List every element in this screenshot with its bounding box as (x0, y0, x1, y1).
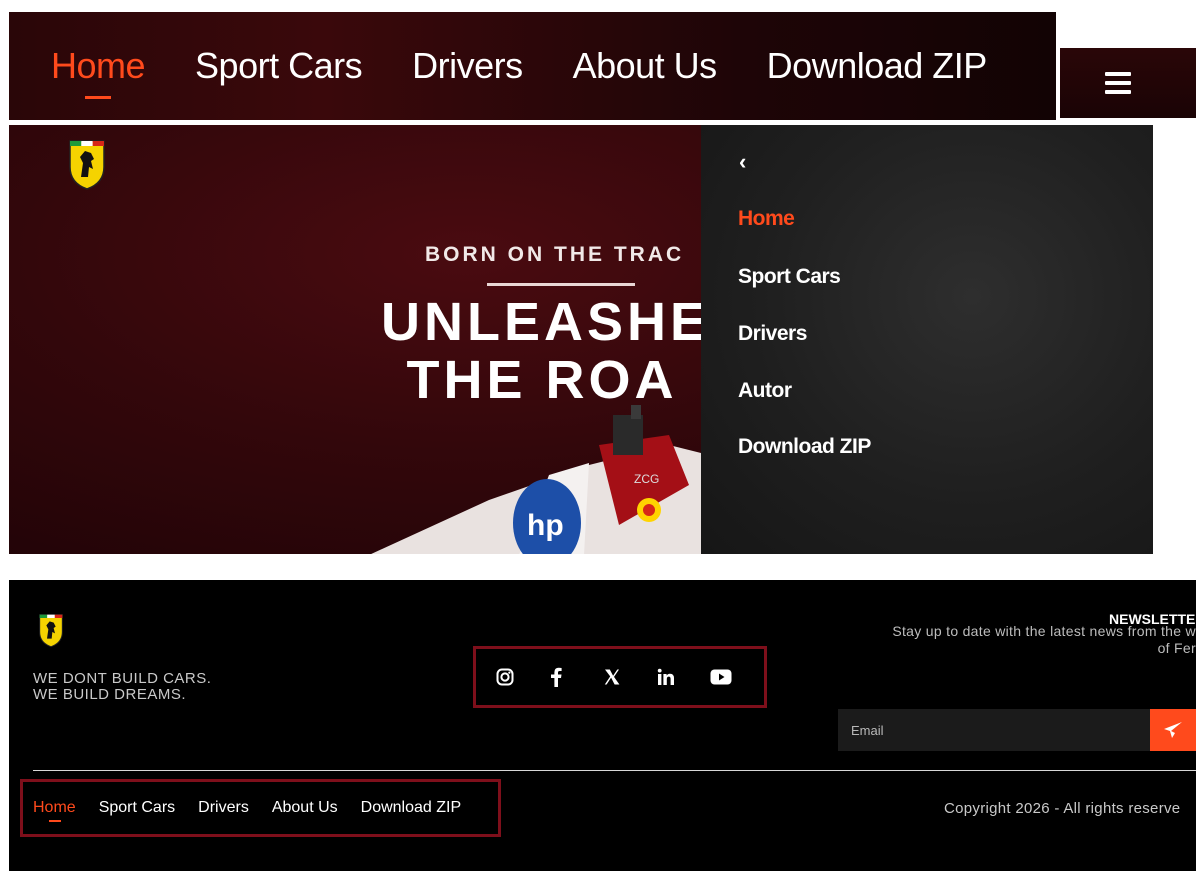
linkedin-icon[interactable] (657, 665, 711, 689)
hamburger-menu-button[interactable] (1060, 48, 1196, 118)
svg-text:hp: hp (527, 509, 564, 542)
send-arrow-icon (1164, 722, 1182, 738)
tagline-line-1: WE DONT BUILD CARS. (33, 670, 212, 687)
svg-text:ZCG: ZCG (634, 472, 659, 486)
nav-link-about-us[interactable]: About Us (573, 45, 718, 87)
newsletter-text-line-1: Stay up to date with the latest news fro… (892, 623, 1196, 639)
ferrari-shield-logo[interactable] (67, 137, 107, 191)
social-links (473, 646, 767, 708)
footer-nav-download-zip[interactable]: Download ZIP (361, 799, 462, 817)
side-menu-item-drivers[interactable]: Drivers (738, 322, 807, 346)
side-menu-item-home[interactable]: Home (738, 207, 795, 231)
nav-link-download-zip[interactable]: Download ZIP (767, 45, 988, 87)
ferrari-shield-logo[interactable] (37, 612, 65, 648)
facebook-icon[interactable] (550, 665, 604, 689)
footer-navigation: Home Sport Cars Drivers About Us Downloa… (20, 779, 501, 837)
newsletter-submit-button[interactable] (1150, 709, 1196, 751)
youtube-icon[interactable] (710, 665, 764, 689)
footer-nav-home[interactable]: Home (33, 799, 76, 822)
instagram-icon[interactable] (496, 665, 550, 689)
side-menu-item-download-zip[interactable]: Download ZIP (738, 435, 871, 459)
top-navigation-bar: Home Sport Cars Drivers About Us Downloa… (9, 12, 1056, 120)
footer-nav-sport-cars[interactable]: Sport Cars (99, 799, 175, 817)
hero-title-line-1: UNLEASHED (380, 292, 754, 352)
cropped-heading-text (0, 0, 260, 8)
chevron-left-icon[interactable]: ‹ (739, 149, 746, 175)
nav-link-sport-cars[interactable]: Sport Cars (195, 45, 363, 87)
footer-divider (33, 770, 1196, 771)
nav-link-home[interactable]: Home (51, 45, 146, 99)
hero-section: BORN ON THE TRAC UNLEASHED THE ROA hp ZC… (9, 125, 1153, 554)
nav-link-drivers[interactable]: Drivers (412, 45, 523, 87)
footer-nav-drivers[interactable]: Drivers (198, 799, 249, 817)
hero-kicker-text: BORN ON THE TRAC (425, 243, 685, 266)
side-menu-item-sport-cars[interactable]: Sport Cars (738, 265, 841, 289)
tagline-line-2: WE BUILD DREAMS. (33, 686, 187, 703)
hero-divider (487, 283, 635, 286)
race-car-image: hp ZCG (371, 405, 709, 554)
footer-tagline: WE DONT BUILD CARS. WE BUILD DREAMS. (33, 671, 211, 703)
x-icon[interactable] (603, 665, 657, 689)
copyright-text: Copyright 2026 - All rights reserve (944, 800, 1181, 817)
side-menu-item-autor[interactable]: Autor (738, 379, 792, 403)
hamburger-menu-icon (1105, 72, 1131, 94)
email-field[interactable] (838, 709, 1150, 751)
newsletter-description: Stay up to date with the latest news fro… (829, 623, 1196, 657)
footer: WE DONT BUILD CARS. WE BUILD DREAMS. NEW… (9, 580, 1196, 871)
newsletter-text-line-2: of Ferra (1157, 640, 1196, 656)
side-menu-panel: ‹ Home Sport Cars Drivers Autor Download… (701, 125, 1153, 554)
footer-nav-about-us[interactable]: About Us (272, 799, 338, 817)
